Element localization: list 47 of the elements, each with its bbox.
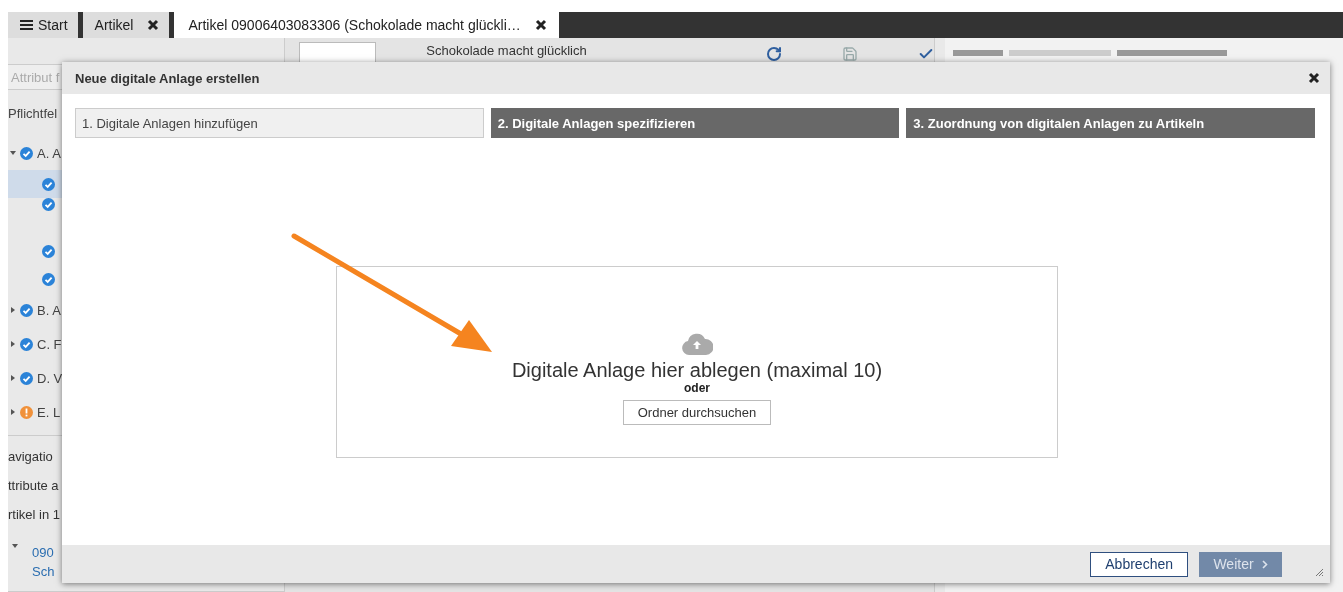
section-label[interactable]: avigatio [8, 442, 53, 471]
drop-zone[interactable]: Digitale Anlage hier ablegen (maximal 10) oder Ordner durchsuchen [336, 266, 1058, 458]
group-label[interactable]: E. L [37, 404, 61, 420]
caret-icon[interactable] [10, 409, 16, 415]
dialog-title: Neue digitale Anlage erstellen [75, 70, 260, 86]
check-circle-icon [42, 198, 55, 211]
section-label[interactable]: rtikel in 1 [8, 500, 61, 529]
tab[interactable]: Artikel 09006403083306 (Schokolade macht glückli… [174, 12, 559, 38]
drop-hint: Digitale Anlage hier ablegen (maximal 10) [511, 359, 883, 382]
tab[interactable]: Artikel [82, 12, 170, 38]
close-icon[interactable] [534, 19, 547, 31]
cloud-upload-icon [681, 333, 713, 355]
caret-icon[interactable] [10, 150, 16, 156]
section-label[interactable]: ttribute a [8, 471, 59, 500]
wizard-step[interactable]: 3. Zuordnung von digitalen Anlagen zu Artikeln [906, 108, 1315, 138]
caret-icon[interactable] [10, 341, 16, 347]
check-circle-icon [42, 272, 55, 286]
check-circle-icon [42, 244, 55, 258]
group-label[interactable]: B. A [37, 302, 61, 318]
check-circle-icon [20, 146, 33, 160]
refresh-icon[interactable] [766, 46, 782, 62]
check-circle-icon [20, 303, 33, 317]
group-label[interactable]: C. F [37, 336, 62, 352]
caret-icon[interactable] [10, 375, 16, 381]
browse-button[interactable]: Ordner durchsuchen [622, 400, 772, 425]
wizard-step[interactable]: 2. Digitale Anlagen spezifizieren [490, 108, 900, 138]
caret-icon[interactable] [12, 543, 18, 549]
group-label[interactable]: A. A [37, 145, 61, 161]
caret-icon[interactable] [10, 307, 16, 313]
wizard-step[interactable]: 1. Digitale Anlagen hinzufügen [75, 108, 484, 138]
tree-item-text[interactable]: 090 Sch [32, 543, 55, 591]
resize-grip-icon[interactable] [1315, 568, 1324, 577]
close-icon[interactable] [1308, 72, 1320, 84]
or-label: oder [684, 382, 710, 394]
chevron-right-icon [1261, 559, 1268, 569]
check-circle-icon [42, 177, 55, 191]
toolbar-bar [953, 50, 1003, 56]
menu-icon [20, 19, 34, 31]
cancel-button[interactable]: Abbrechen [1090, 551, 1188, 577]
article-title: Schokolade macht glücklich [426, 43, 588, 58]
filter-label: Pflichtfel [8, 104, 58, 123]
check-circle-icon [20, 371, 33, 385]
warning-icon [20, 405, 33, 419]
close-icon[interactable] [147, 19, 160, 31]
group-label[interactable]: D. V [37, 370, 63, 386]
check-circle-icon [20, 337, 33, 351]
tab[interactable]: Start [8, 12, 78, 38]
